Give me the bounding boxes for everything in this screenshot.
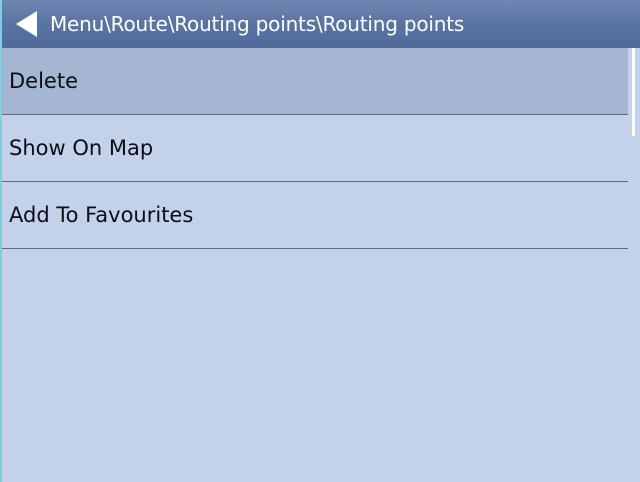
title-bar: Menu\Route\Routing points\Routing points [2,0,640,48]
back-button[interactable] [2,0,50,48]
menu-item-show-on-map[interactable]: Show On Map [2,115,630,182]
scrollbar[interactable] [628,48,640,482]
menu-item-add-to-favourites[interactable]: Add To Favourites [2,182,630,249]
menu-item-label: Show On Map [9,136,154,160]
breadcrumb-path: Menu\Route\Routing points\Routing points [50,12,465,36]
back-arrow-icon [16,11,37,37]
menu-item-label: Delete [9,69,78,93]
menu-list: Delete Show On Map Add To Favourites [2,48,630,482]
scrollbar-thumb[interactable] [632,48,635,136]
menu-item-delete[interactable]: Delete [2,48,630,115]
menu-item-label: Add To Favourites [9,203,194,227]
app-window: Menu\Route\Routing points\Routing points… [0,0,640,482]
